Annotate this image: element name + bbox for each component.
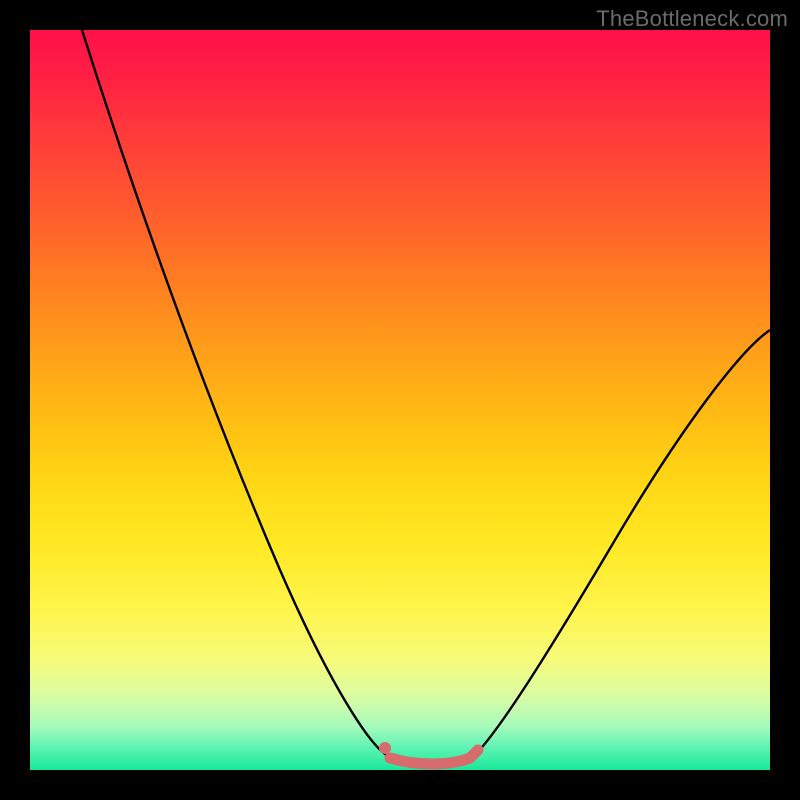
curve-layer bbox=[30, 30, 770, 770]
watermark-text: TheBottleneck.com bbox=[596, 6, 788, 32]
trough-highlight-path bbox=[390, 750, 478, 764]
left-branch-path bbox=[82, 30, 388, 756]
right-branch-path bbox=[474, 330, 770, 756]
trough-dot-icon bbox=[379, 742, 391, 754]
plot-area bbox=[30, 30, 770, 770]
